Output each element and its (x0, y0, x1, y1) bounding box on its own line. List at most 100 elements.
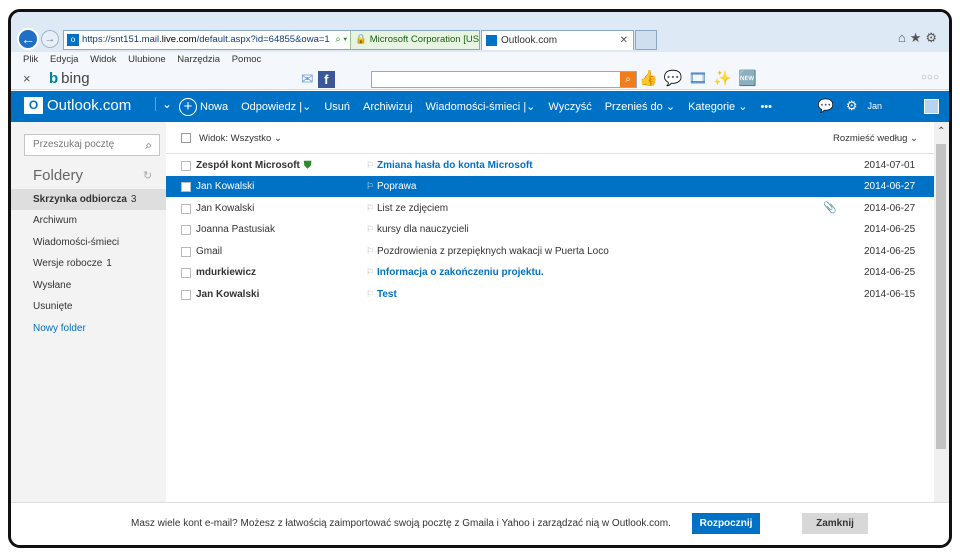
sort-dropdown[interactable]: Rozmieść według ⌄ (833, 133, 918, 144)
attachment-icon: 📎 (823, 202, 837, 214)
flag-icon[interactable]: ⚐ (366, 262, 374, 283)
home-icon[interactable]: ⌂ (898, 30, 910, 45)
message-checkbox[interactable] (181, 204, 191, 214)
categories-button[interactable]: Kategorie ⌄ (688, 100, 747, 113)
search-icon[interactable]: ⌕ (145, 135, 152, 155)
scrollbar[interactable]: ⌃ (934, 122, 949, 502)
settings-gear-icon[interactable]: ⚙ (846, 98, 858, 114)
close-tab-icon[interactable]: ✕ (620, 31, 628, 50)
video-icon[interactable]: 🎞 (688, 70, 713, 87)
menu-view[interactable]: Widok (90, 54, 116, 65)
message-row[interactable]: Joanna Pastusiak ⚐ kursy dla nauczycieli… (166, 219, 934, 240)
header-right: 💬 ⚙ Jan (806, 98, 939, 114)
toolbar-search-input[interactable]: ⌕ (371, 71, 637, 88)
archive-button[interactable]: Archiwizuj (363, 101, 413, 113)
refresh-icon[interactable]: ↻ (143, 169, 152, 182)
message-checkbox[interactable] (181, 182, 191, 192)
mail-icon[interactable]: ✉ (301, 71, 314, 88)
flag-icon[interactable]: ⚐ (366, 284, 374, 305)
flag-icon[interactable]: ⚐ (366, 155, 374, 176)
message-checkbox[interactable] (181, 268, 191, 278)
junk-button[interactable]: Wiadomości-śmieci |⌄ (426, 100, 536, 113)
message-checkbox[interactable] (181, 290, 191, 300)
message-row[interactable]: Gmail ⚐ Pozdrowienia z przepięknych waka… (166, 241, 934, 262)
message-checkbox[interactable] (181, 225, 191, 235)
browser-menubar: Plik Edycja Widok Ulubione Narzędzia Pom… (11, 52, 949, 68)
reply-button[interactable]: Odpowiedz |⌄ (241, 100, 311, 113)
menu-edit[interactable]: Edycja (50, 54, 79, 65)
new-tab-button[interactable] (635, 30, 657, 50)
mail-search-input[interactable]: Przeszukaj pocztę ⌕ (24, 134, 160, 156)
message-checkbox[interactable] (181, 247, 191, 257)
message-list-pane: Widok: Wszystko ⌄ Rozmieść według ⌄ Zesp… (166, 122, 934, 502)
menu-help[interactable]: Pomoc (232, 54, 262, 65)
games-icon[interactable]: ✨ (713, 70, 738, 87)
message-checkbox[interactable] (181, 161, 191, 171)
import-banner: Masz wiele kont e-mail? Możesz z łatwośc… (11, 502, 949, 545)
outlook-favicon-icon (486, 34, 497, 46)
chat-icon[interactable]: 💬 (664, 70, 689, 87)
search-icon[interactable]: ⌕ (620, 72, 636, 87)
search-icon[interactable]: ⌕ ▾ (335, 34, 347, 45)
folder-junk[interactable]: Wiadomości-śmieci (11, 232, 166, 253)
facebook-icon[interactable]: f (317, 71, 335, 88)
more-icon[interactable]: ○○○ (921, 72, 939, 83)
like-icon[interactable]: 👍 (639, 70, 664, 87)
new-folder-link[interactable]: Nowy folder (11, 318, 166, 339)
user-name[interactable]: Jan (867, 101, 882, 111)
message-sender: Zespół kont Microsoft (196, 160, 300, 171)
view-filter-dropdown[interactable]: Widok: Wszystko ⌄ (199, 133, 282, 144)
scrollbar-thumb[interactable] (936, 144, 946, 449)
menu-file[interactable]: Plik (23, 54, 38, 65)
new-button[interactable]: + Nowa (179, 97, 228, 116)
gear-icon[interactable]: ⚙ (925, 30, 941, 45)
outlook-favicon-icon: o (67, 34, 79, 46)
flag-icon[interactable]: ⚐ (366, 241, 374, 262)
delete-button[interactable]: Usuń (324, 101, 350, 113)
folder-inbox[interactable]: Skrzynka odbiorcza 3 (11, 189, 166, 210)
app-switcher-chevron-icon[interactable]: ⌄ (155, 97, 172, 111)
flag-icon[interactable]: ⚐ (366, 219, 374, 240)
close-icon[interactable]: × (23, 71, 31, 86)
message-sender: Joanna Pastusiak (196, 224, 275, 235)
start-button[interactable]: Rozpocznij (692, 513, 760, 534)
message-row[interactable]: mdurkiewicz ⚐ Informacja o zakończeniu p… (166, 262, 934, 283)
chat-icon[interactable]: 💬 (818, 98, 834, 114)
menu-tools[interactable]: Narzędzia (177, 54, 220, 65)
message-date: 2014-06-15 (864, 289, 916, 300)
folder-deleted[interactable]: Usunięte (11, 296, 166, 317)
message-row[interactable]: Jan Kowalski ⚐ Test 2014-06-15 (166, 284, 934, 305)
sweep-button[interactable]: Wyczyść (548, 101, 591, 113)
browser-tab[interactable]: Outlook.com ✕ (481, 30, 634, 50)
outlook-header: O Outlook.com ⌄ + Nowa Odpowiedz |⌄ Usuń A… (11, 91, 949, 122)
folder-archive[interactable]: Archiwum (11, 210, 166, 231)
scroll-up-chevron-icon[interactable]: ⌃ (937, 126, 945, 137)
bing-logo[interactable]: b bing (49, 70, 90, 87)
flag-icon[interactable]: ⚐ (366, 198, 374, 219)
more-commands-button[interactable]: ••• (760, 101, 772, 113)
flag-icon[interactable]: ⚐ (366, 176, 374, 197)
bing-toolbar: × b bing ✉ f ⌕ 👍💬🎞✨🆕 ○○○ (11, 68, 949, 90)
message-date: 2014-06-27 (864, 181, 916, 192)
star-icon[interactable]: ★ (910, 30, 926, 45)
command-bar: + Nowa Odpowiedz |⌄ Usuń Archiwizuj Wiado… (179, 91, 785, 122)
forward-arrow-icon[interactable]: → (41, 30, 59, 48)
message-row-selected[interactable]: Jan Kowalski ⚐ Poprawa 2014-06-27 (166, 176, 934, 197)
message-row[interactable]: Jan Kowalski ⚐ List ze zdjęciem 📎 2014-0… (166, 198, 934, 219)
outlook-logo[interactable]: O Outlook.com (24, 97, 131, 114)
avatar[interactable] (924, 98, 939, 114)
browser-window: ← → o https://snt151.mail.live.com/defaul… (8, 9, 952, 548)
close-banner-button[interactable]: Zamknij (802, 513, 868, 534)
back-arrow-icon[interactable]: ← (17, 28, 39, 50)
move-to-button[interactable]: Przenieś do ⌄ (605, 100, 675, 113)
message-row[interactable]: Zespół kont Microsoft ⛊ ⚐ Zmiana hasła do… (166, 155, 934, 176)
new-app-icon[interactable]: 🆕 (738, 70, 763, 87)
folder-drafts[interactable]: Wersje robocze 1 (11, 253, 166, 274)
select-all-checkbox[interactable] (181, 133, 191, 143)
message-subject: Poprawa (377, 181, 417, 192)
menu-favorites[interactable]: Ulubione (128, 54, 166, 65)
security-badge[interactable]: 🔒 Microsoft Corporation [US] ↻ (350, 31, 479, 49)
folder-pane: Przeszukaj pocztę ⌕ Foldery ↻ Skrzynka od… (11, 122, 166, 502)
folder-sent[interactable]: Wysłane (11, 275, 166, 296)
address-bar[interactable]: o https://snt151.mail.live.com/default.as… (63, 30, 480, 50)
